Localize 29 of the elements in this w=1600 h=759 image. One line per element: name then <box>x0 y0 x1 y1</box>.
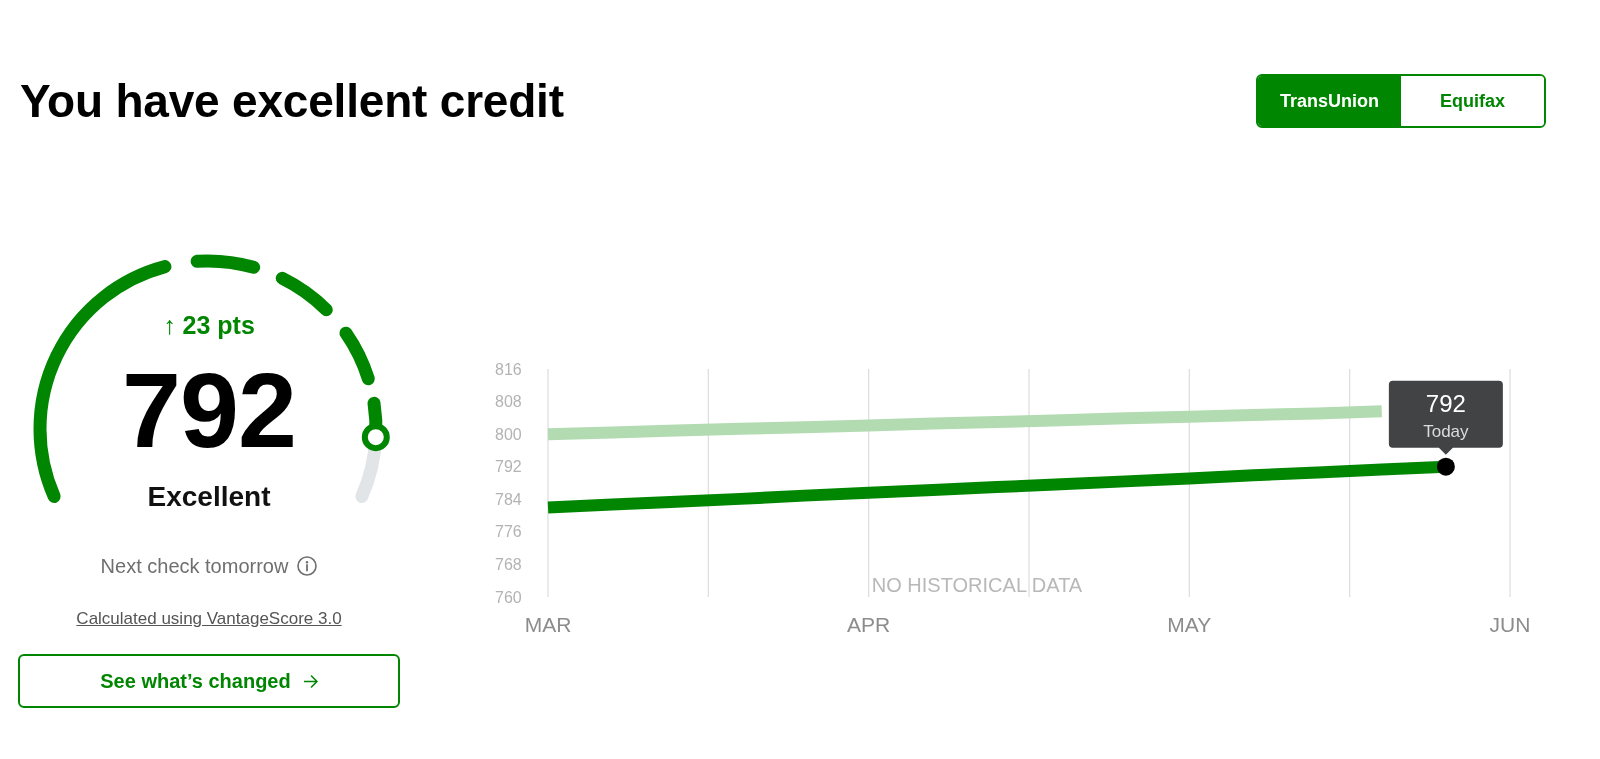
y-axis-label: 800 <box>495 425 522 443</box>
info-icon[interactable] <box>297 556 318 576</box>
gauge-segment <box>190 254 261 274</box>
y-axis-label: 760 <box>495 588 522 606</box>
next-check-text: Next check tomorrow <box>100 554 289 578</box>
see-changes-button[interactable]: See what’s changed <box>18 654 400 708</box>
data-point[interactable] <box>1436 457 1455 476</box>
x-axis-label: JUN <box>1489 612 1531 636</box>
y-axis-label: 776 <box>495 523 522 541</box>
gauge-segment <box>339 326 375 386</box>
x-axis-label: MAR <box>524 612 572 636</box>
x-axis-label: APR <box>847 612 891 636</box>
y-axis-label: 792 <box>495 458 522 476</box>
page-title: You have excellent credit <box>19 74 564 128</box>
no-data-note: NO HISTORICAL DATA <box>871 574 1083 596</box>
score-rating: Excellent <box>147 482 271 512</box>
bureau-tab[interactable]: TransUnion <box>1258 76 1401 126</box>
y-axis-label: 816 <box>495 360 522 378</box>
gauge-segment <box>275 271 333 317</box>
credit-score: 792 <box>122 360 296 460</box>
score-change: ↑ 23 pts <box>163 311 255 339</box>
score-model-link[interactable]: Calculated using VantageScore 3.0 <box>76 609 342 629</box>
x-axis-label: MAY <box>1167 612 1212 636</box>
y-axis-label: 808 <box>495 393 522 411</box>
y-axis-label: 784 <box>495 490 522 508</box>
arrow-right-icon <box>303 674 318 688</box>
y-axis-label: 768 <box>495 555 522 573</box>
tooltip-label: Today <box>1423 422 1469 442</box>
tooltip-value: 792 <box>1425 390 1466 418</box>
